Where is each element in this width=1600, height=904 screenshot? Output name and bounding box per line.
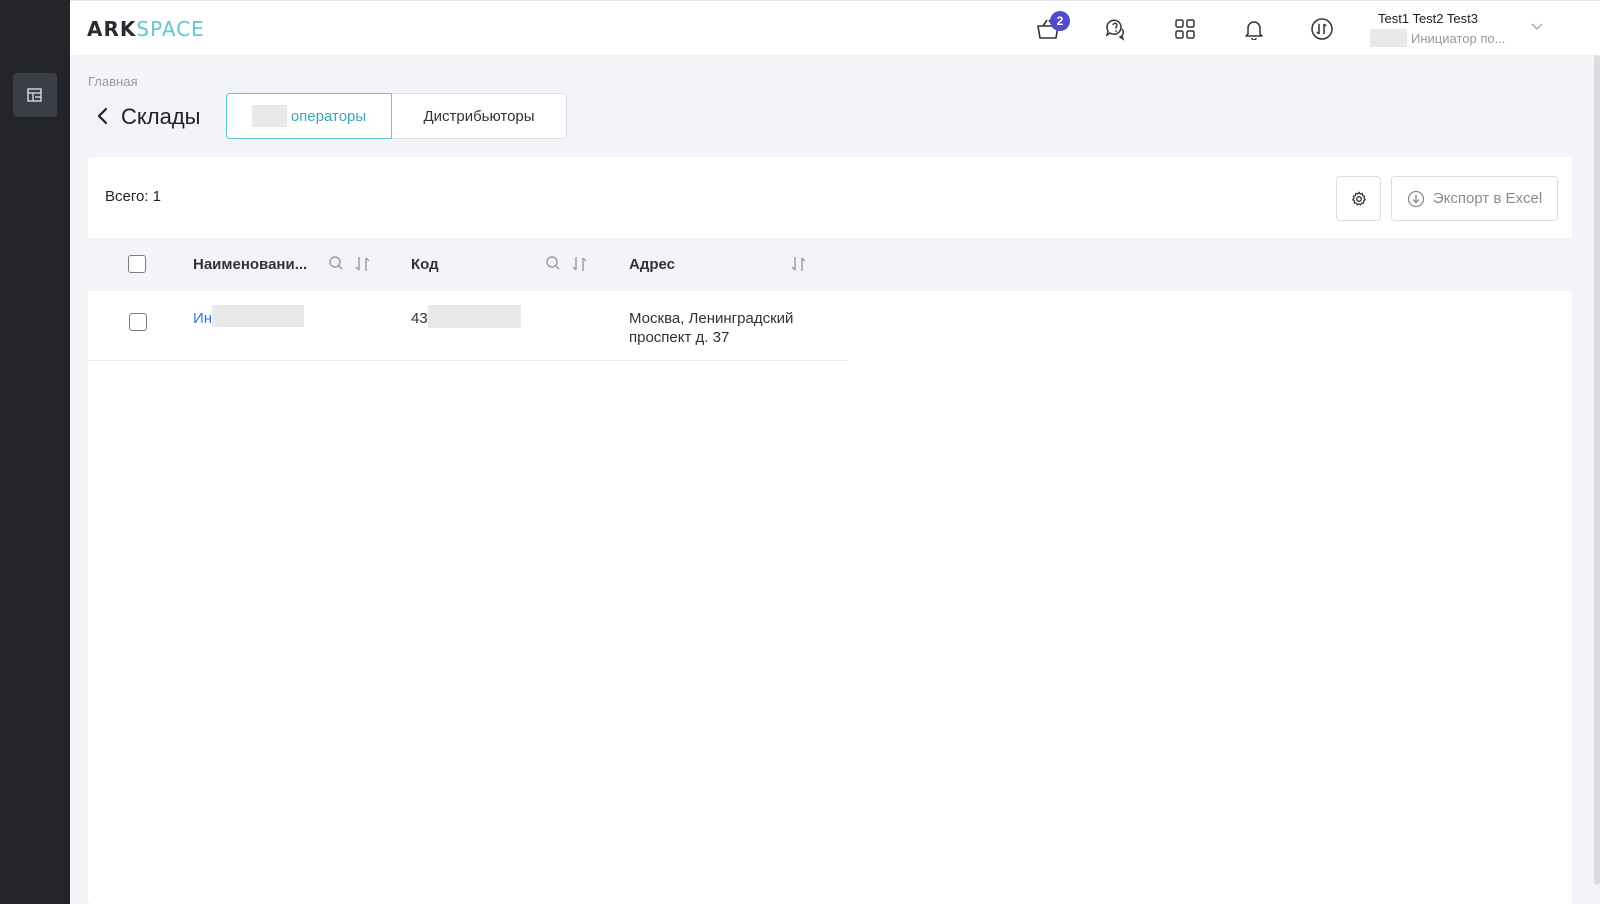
logo-text-space: SPACE: [136, 17, 205, 41]
tab-distributors[interactable]: Дистрибьюторы: [392, 93, 567, 139]
select-all-checkbox[interactable]: [128, 255, 146, 273]
top-header: ARKSPACE 2 Test1 Test2 Test3 Инициатор п…: [70, 0, 1600, 55]
help-chat-button[interactable]: [1101, 14, 1131, 44]
column-code-header[interactable]: Код: [411, 256, 439, 273]
download-icon: [1407, 190, 1424, 207]
apps-button[interactable]: [1170, 14, 1200, 44]
gear-icon: [1351, 191, 1366, 206]
redacted-block: [1370, 29, 1407, 47]
sort-icon[interactable]: [354, 255, 372, 273]
left-sidebar: [0, 0, 70, 904]
page-scrollbar[interactable]: [1594, 55, 1600, 885]
tab-operators[interactable]: операторы: [226, 93, 392, 139]
user-role: Инициатор по...: [1411, 30, 1506, 46]
sync-icon: [1311, 18, 1333, 40]
tab-distributors-label: Дистрибьюторы: [423, 107, 535, 125]
table-header: Наименовани... Код Адрес: [88, 238, 1572, 291]
logo[interactable]: ARKSPACE: [87, 17, 205, 41]
row-name-text: Ин: [193, 309, 213, 327]
table-row[interactable]: Ин 43 Москва, Ленинградский проспект д. …: [88, 291, 848, 361]
tabs: операторы Дистрибьюторы: [226, 93, 567, 139]
notifications-button[interactable]: [1239, 14, 1269, 44]
search-icon[interactable]: [545, 255, 561, 271]
sort-icon[interactable]: [790, 255, 808, 273]
sync-button[interactable]: [1307, 14, 1337, 44]
back-arrow-icon[interactable]: [94, 107, 112, 125]
redacted-block: [212, 305, 305, 327]
sort-icon[interactable]: [571, 255, 589, 273]
breadcrumb[interactable]: Главная: [88, 74, 137, 89]
row-name-link[interactable]: Ин: [193, 305, 305, 327]
table-icon: [27, 88, 42, 102]
column-name-header[interactable]: Наименовани...: [193, 256, 307, 273]
sidebar-item-tables[interactable]: [13, 73, 57, 117]
redacted-block: [427, 305, 521, 328]
logo-text-ark: ARK: [87, 17, 137, 41]
bell-icon: [1245, 21, 1263, 40]
row-code: 43: [411, 305, 521, 328]
row-address: Москва, Ленинградский проспект д. 37: [629, 310, 794, 346]
tab-operators-label: операторы: [290, 107, 367, 125]
search-icon[interactable]: [328, 255, 344, 271]
row-checkbox[interactable]: [129, 313, 147, 331]
export-excel-label: Экспорт в Excel: [1432, 190, 1543, 207]
warehouses-card: Всего: 1 Экспорт в Excel Наименовани...: [88, 157, 1572, 904]
table-settings-button[interactable]: [1336, 176, 1381, 221]
basket-count-badge: 2: [1050, 11, 1070, 31]
content-area: Главная Склады операторы Дистрибьюторы В…: [70, 55, 1600, 904]
redacted-block: [251, 105, 287, 127]
help-chat-icon: [1105, 19, 1125, 41]
total-count: Всего: 1: [105, 188, 162, 205]
export-excel-button[interactable]: Экспорт в Excel: [1391, 176, 1558, 221]
row-code-text: 43: [411, 310, 428, 327]
chevron-down-icon[interactable]: [1531, 23, 1543, 31]
apps-grid-icon: [1175, 19, 1195, 39]
page-title: Склады: [121, 104, 201, 129]
column-address-header[interactable]: Адрес: [629, 256, 675, 273]
